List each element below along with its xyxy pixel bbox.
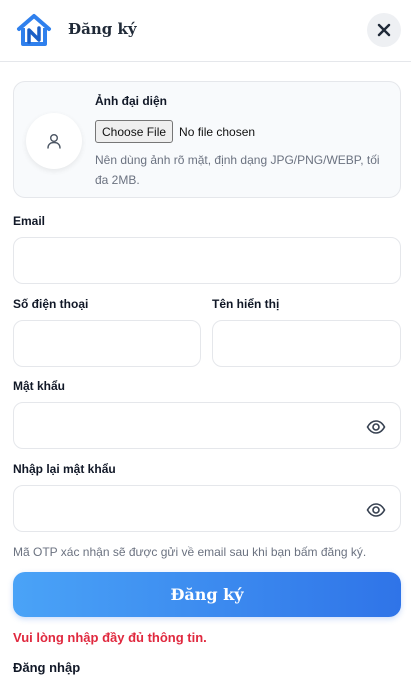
eye-icon[interactable] [366,417,386,437]
close-icon [377,23,391,37]
display-name-field[interactable] [212,320,401,367]
display-name-label: Tên hiển thị [212,297,280,311]
eye-icon[interactable] [366,500,386,520]
phone-label: Số điện thoại [13,297,89,311]
avatar-preview [26,113,82,169]
choose-file-button[interactable]: Choose File [95,120,174,143]
close-button[interactable] [367,13,401,47]
header-bar: Đăng ký [0,0,411,62]
password-field[interactable] [13,402,401,449]
confirm-password-field[interactable] [13,485,401,532]
email-field[interactable] [13,237,401,284]
avatar-hint: Nên dùng ảnh rõ mặt, định dạng JPG/PNG/W… [95,153,380,187]
login-link[interactable]: Đăng nhập [13,660,80,675]
page-title: Đăng ký [68,20,137,38]
register-button[interactable]: Đăng ký [13,572,401,617]
avatar-file-input[interactable]: Choose File No file chosen [95,120,255,143]
otp-note: Mã OTP xác nhận sẽ được gửi về email sau… [13,545,367,559]
avatar-label: Ảnh đại diện [95,94,167,108]
house-logo-icon [17,14,51,46]
user-icon [47,134,61,149]
phone-field[interactable] [13,320,201,367]
email-label: Email [13,214,46,228]
password-label: Mật khẩu [13,379,66,393]
file-status: No file chosen [179,124,256,139]
error-message: Vui lòng nhập đầy đủ thông tin. [13,630,207,645]
confirm-password-label: Nhập lại mật khẩu [13,462,116,476]
avatar-upload-card: Ảnh đại diện Choose File No file chosen … [13,81,401,198]
